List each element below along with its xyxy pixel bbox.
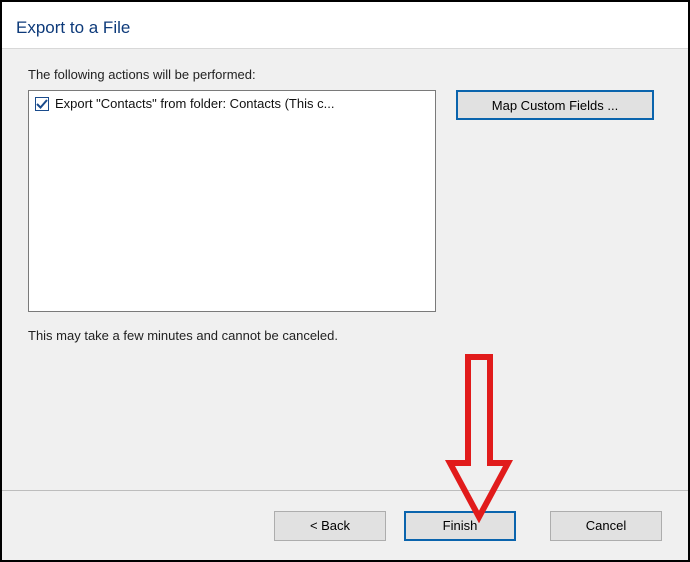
- cancel-button[interactable]: Cancel: [550, 511, 662, 541]
- dialog-button-bar: < Back Finish Cancel: [2, 490, 688, 560]
- actions-listbox[interactable]: Export "Contacts" from folder: Contacts …: [28, 90, 436, 312]
- map-custom-fields-button[interactable]: Map Custom Fields ...: [456, 90, 654, 120]
- dialog-titlebar: Export to a File: [2, 2, 688, 48]
- action-item[interactable]: Export "Contacts" from folder: Contacts …: [35, 95, 429, 113]
- side-button-column: Map Custom Fields ...: [456, 90, 654, 120]
- dialog-content: The following actions will be performed:…: [2, 48, 688, 490]
- finish-button[interactable]: Finish: [404, 511, 516, 541]
- checkbox-checked-icon[interactable]: [35, 97, 49, 111]
- dialog-title: Export to a File: [16, 18, 674, 38]
- action-item-label: Export "Contacts" from folder: Contacts …: [55, 95, 429, 113]
- actions-prompt: The following actions will be performed:: [28, 67, 662, 82]
- actions-row: Export "Contacts" from folder: Contacts …: [28, 90, 662, 312]
- duration-note: This may take a few minutes and cannot b…: [28, 328, 662, 343]
- back-button[interactable]: < Back: [274, 511, 386, 541]
- export-to-file-dialog: Export to a File The following actions w…: [0, 0, 690, 562]
